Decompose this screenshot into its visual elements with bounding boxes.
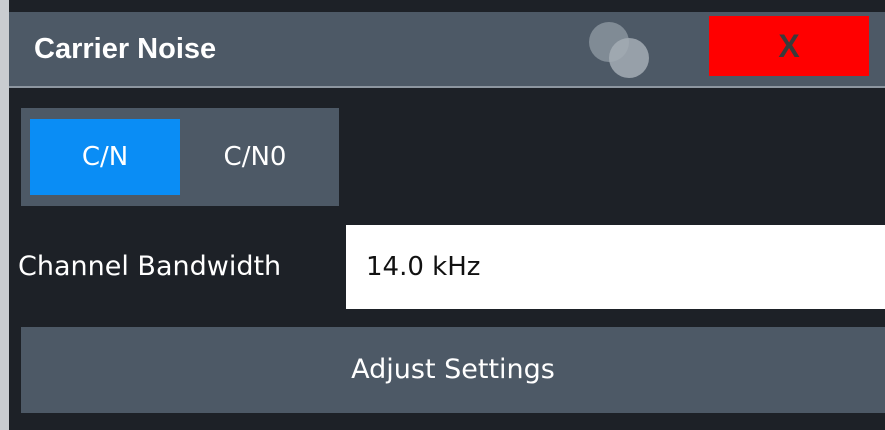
- dialog-title: Carrier Noise: [34, 33, 217, 65]
- toggle-option-cn[interactable]: C/N: [30, 119, 180, 195]
- channel-bandwidth-label: Channel Bandwidth: [18, 251, 282, 282]
- close-button[interactable]: X: [709, 16, 869, 76]
- dialog-titlebar: Carrier Noise X: [9, 12, 885, 88]
- left-edge-strip: [0, 0, 9, 430]
- carrier-noise-dialog: Carrier Noise X C/N C/N0 Channel Bandwid…: [0, 0, 885, 430]
- adjust-settings-button[interactable]: Adjust Settings: [21, 327, 885, 413]
- cn-mode-toggle: C/N C/N0: [21, 108, 339, 206]
- close-icon: X: [778, 28, 800, 64]
- overlapping-circles-logo-icon: [589, 22, 649, 78]
- toggle-option-cn0[interactable]: C/N0: [180, 119, 330, 195]
- channel-bandwidth-input[interactable]: 14.0 kHz: [346, 225, 885, 309]
